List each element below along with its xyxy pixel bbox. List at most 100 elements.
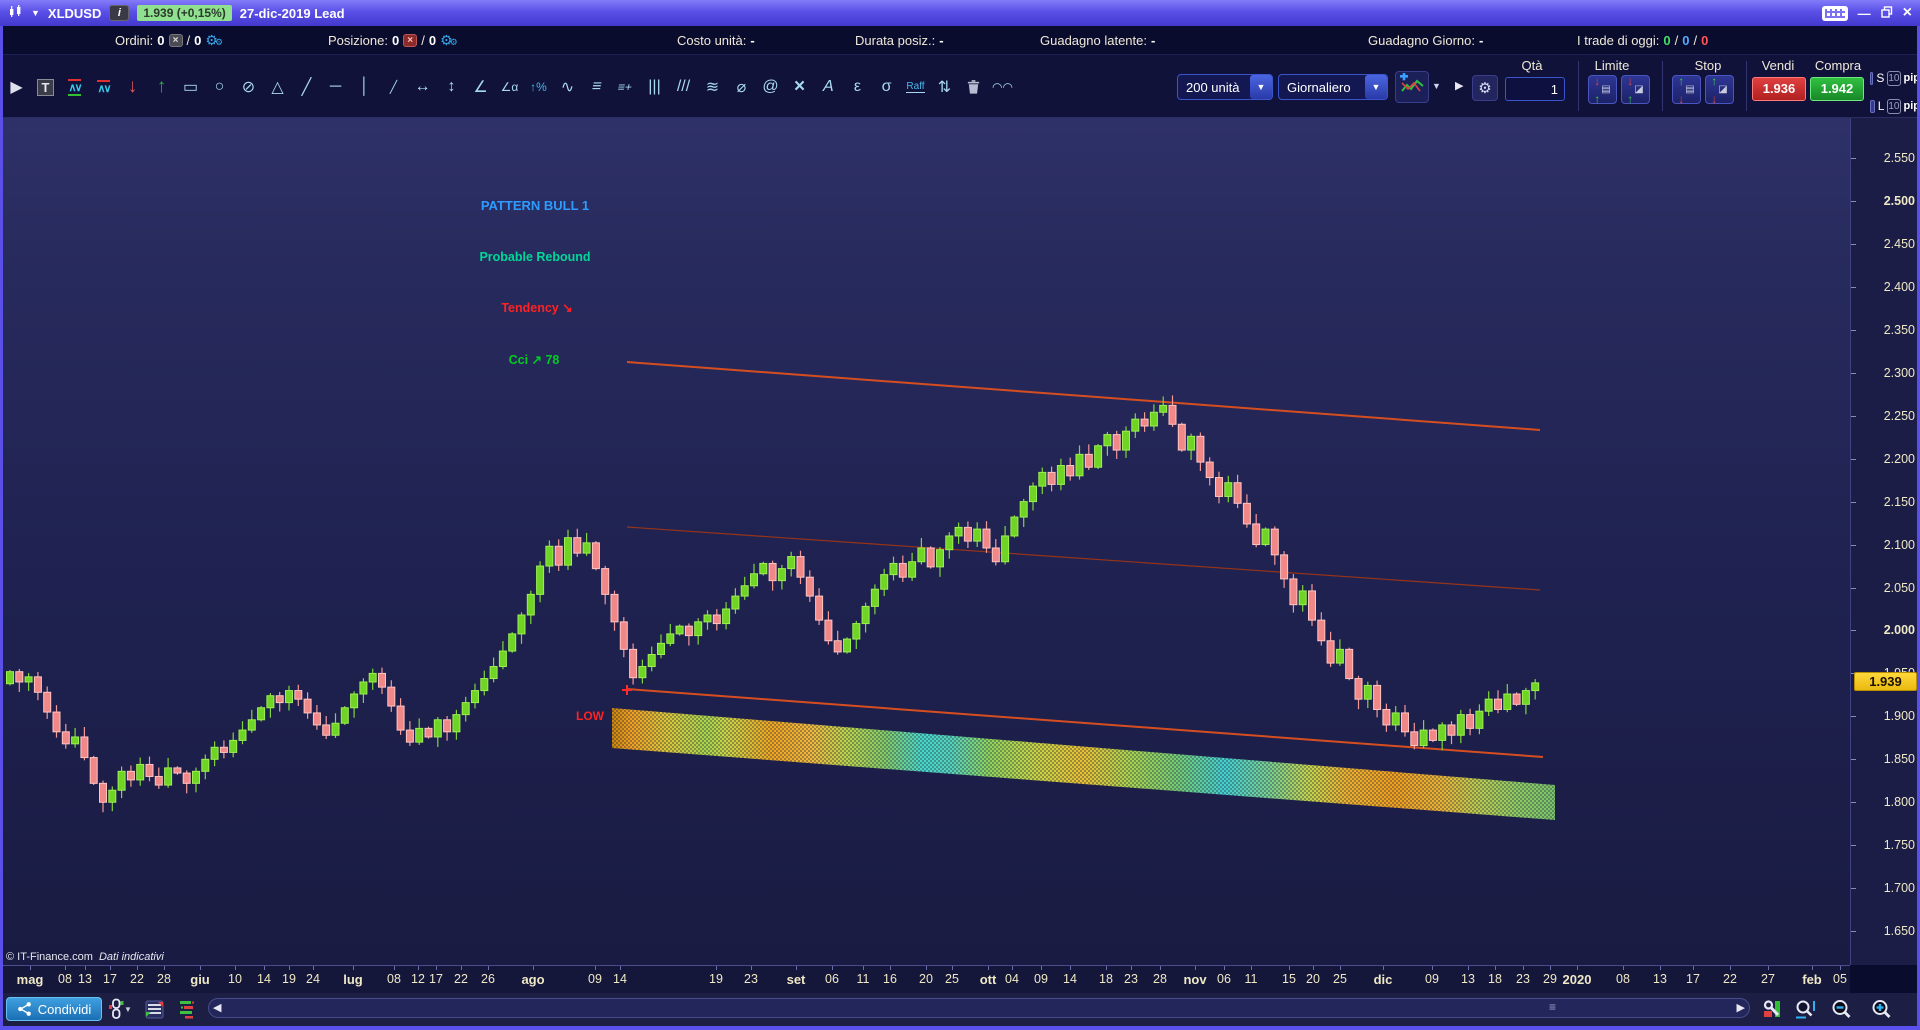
vertical-line-tool-icon[interactable]: │ (350, 71, 379, 103)
ellipse-tool-icon[interactable]: ○ (205, 71, 234, 103)
units-dropdown[interactable]: 200 unità ▼ (1177, 74, 1273, 100)
percent-variation-tool-icon[interactable]: ↑% (524, 71, 553, 103)
scrollbar-thumb-grip[interactable]: ≡ (1549, 1000, 1556, 1014)
scroll-left-arrow[interactable]: ◀ (213, 1001, 221, 1014)
minimize-button[interactable]: — (1858, 6, 1871, 21)
quantity-input[interactable] (1505, 77, 1565, 101)
price-tick: 1.800 (1884, 795, 1915, 809)
price-tick: 1.750 (1884, 838, 1915, 852)
share-button[interactable]: Condividi (6, 997, 102, 1021)
add-indicator-button[interactable] (1395, 71, 1429, 103)
price-tick: 2.550 (1884, 151, 1915, 165)
limit-checkbox[interactable] (1870, 100, 1875, 113)
cancel-icon[interactable]: × (169, 34, 183, 47)
date-tick: 20 (919, 972, 933, 986)
gear-icon[interactable]: ⚙⚙ (440, 32, 455, 49)
stop-checkbox[interactable] (1870, 72, 1873, 85)
time-lines-tool-icon[interactable]: ||| (640, 71, 669, 103)
share-icon (17, 1001, 32, 1017)
current-price-badge: 1.939 (1854, 672, 1917, 691)
price-tick: 1.900 (1884, 709, 1915, 723)
limit-pip-value[interactable]: 10 (1887, 99, 1900, 114)
buy-button[interactable]: 1.942 (1810, 77, 1864, 101)
text-tool-icon[interactable]: T (31, 71, 60, 103)
limit-order-button-2[interactable]: ↓↑◪ (1621, 75, 1650, 104)
price-tick: 2.300 (1884, 366, 1915, 380)
vertical-segment-tool-icon[interactable]: ↕ (437, 71, 466, 103)
zigzag-bear-pattern-tool-icon[interactable]: ∧∨ (89, 71, 118, 103)
trading-window: { "window": { "symbol": "XLDUSD", "price… (0, 0, 1920, 1030)
gear-icon[interactable]: ⚙⚙ (205, 32, 220, 49)
slanted-ellipse-tool-icon[interactable]: ⌀ (727, 71, 756, 103)
regression-channel-tool-icon[interactable]: ⇅ (930, 71, 959, 103)
orders-report-button[interactable] (140, 996, 168, 1022)
stop-pip-value[interactable]: 10 (1887, 71, 1900, 86)
horizontal-line-tool-icon[interactable]: ─ (321, 71, 350, 103)
arrow-up-tool-icon[interactable]: ↑ (147, 71, 176, 103)
chart-scrollbar[interactable]: ◀ ≡ ▶ (208, 998, 1750, 1018)
zigzag-bull-pattern-tool-icon[interactable]: ∧∨ (60, 71, 89, 103)
limit-order-button-1[interactable]: ↓↑▤ (1588, 75, 1617, 104)
delete-tool-icon[interactable] (959, 71, 988, 103)
indicator-chart-icon (1398, 73, 1426, 99)
zoom-out-button[interactable] (1828, 996, 1856, 1022)
date-tick: 13 (78, 972, 92, 986)
segment-tool-icon[interactable]: ╱ (379, 71, 408, 103)
pointer-tool-icon[interactable]: ▶ (2, 71, 31, 103)
epsilon-channel-tool-icon[interactable]: ε (843, 71, 872, 103)
stat-guadagnogiorno: Guadagno Giorno:- (1368, 26, 1483, 55)
chart-settings-button[interactable] (1758, 996, 1786, 1022)
zoom-in-button[interactable] (1868, 996, 1896, 1022)
sell-button[interactable]: 1.936 (1752, 77, 1806, 101)
hatched-channel-tool-icon[interactable]: ≋ (698, 71, 727, 103)
parallel-lines-tool-icon[interactable]: /// (669, 71, 698, 103)
date-tick: 22 (454, 972, 468, 986)
andrews-pitchfork-tool-icon[interactable]: A (814, 71, 843, 103)
indicator-dropdown-caret[interactable]: ▼ (1432, 81, 1441, 91)
drawing-tools: ▶T∧∨∧∨↓↑▭○⊘△╱─│╱↔↕∠∠α↑%∿≡≡+|||///≋⌀@×Aεσ… (2, 71, 1017, 103)
horizontal-segment-tool-icon[interactable]: ↔ (408, 71, 437, 103)
stat-guadagnolatente: Guadagno latente:- (1040, 26, 1155, 55)
angle-tool-icon[interactable]: ∠ (466, 71, 495, 103)
scroll-right-arrow[interactable]: ▶ (1737, 1001, 1745, 1014)
sigma-channel-tool-icon[interactable]: σ (872, 71, 901, 103)
stop-order-button-2[interactable]: ↑↓◪ (1705, 75, 1734, 104)
date-axis[interactable]: mag0813172228giu10141924lug0812172226ago… (0, 965, 1850, 993)
chain-link-icon (108, 998, 124, 1020)
chevron-down-icon: ▼ (1365, 75, 1387, 99)
cycle-cross-tool-icon[interactable]: × (785, 71, 814, 103)
report-icon (145, 1000, 164, 1019)
positions-list-button[interactable] (174, 996, 202, 1022)
date-tick: feb (1802, 972, 1822, 987)
info-icon[interactable]: i (109, 5, 129, 21)
link-charts-button[interactable]: ▼ (106, 996, 134, 1022)
arrow-down-tool-icon[interactable]: ↓ (118, 71, 147, 103)
candlestick-chart: PATTERN BULL 1Probable ReboundTendency ↘… (0, 118, 1850, 965)
angle-alpha-tool-icon[interactable]: ∠α (495, 71, 524, 103)
timeframe-dropdown[interactable]: Giornaliero ▼ (1278, 74, 1388, 100)
fibonacci-expansion-tool-icon[interactable]: ≡+ (611, 71, 640, 103)
trend-line-tool-icon[interactable]: ╱ (292, 71, 321, 103)
fibonacci-retracement-tool-icon[interactable]: ≡ (582, 71, 611, 103)
restore-button[interactable] (1881, 6, 1893, 21)
crossed-ellipse-tool-icon[interactable]: ⊘ (234, 71, 263, 103)
date-tick: ott (980, 972, 997, 987)
price-axis[interactable]: 2.5502.5002.4502.4002.3502.3002.2502.200… (1850, 118, 1920, 965)
expand-arrow-icon[interactable]: ▶ (1455, 79, 1463, 92)
rectangle-tool-icon[interactable]: ▭ (176, 71, 205, 103)
price-chart[interactable]: PATTERN BULL 1Probable ReboundTendency ↘… (0, 118, 1850, 965)
forecast-tool-icon[interactable]: ∿ (553, 71, 582, 103)
date-tick: 05 (1833, 972, 1847, 986)
date-tick: 28 (1153, 972, 1167, 986)
close-button[interactable]: × (1903, 4, 1912, 22)
raff-channel-tool-icon[interactable]: Raff (901, 71, 930, 103)
triangle-tool-icon[interactable]: △ (263, 71, 292, 103)
spiral-tool-icon[interactable]: @ (756, 71, 785, 103)
arcs-tool-icon[interactable]: ◠◠ (988, 71, 1017, 103)
symbol-dropdown-caret[interactable]: ▼ (31, 8, 40, 18)
order-settings-wrench-icon[interactable]: ⚙ (1472, 75, 1498, 101)
cancel-icon[interactable]: × (403, 34, 417, 47)
stop-order-button-1[interactable]: ↑↓▤ (1672, 75, 1701, 104)
zoom-area-button[interactable] (1792, 996, 1820, 1022)
keyboard-icon[interactable] (1822, 6, 1848, 21)
